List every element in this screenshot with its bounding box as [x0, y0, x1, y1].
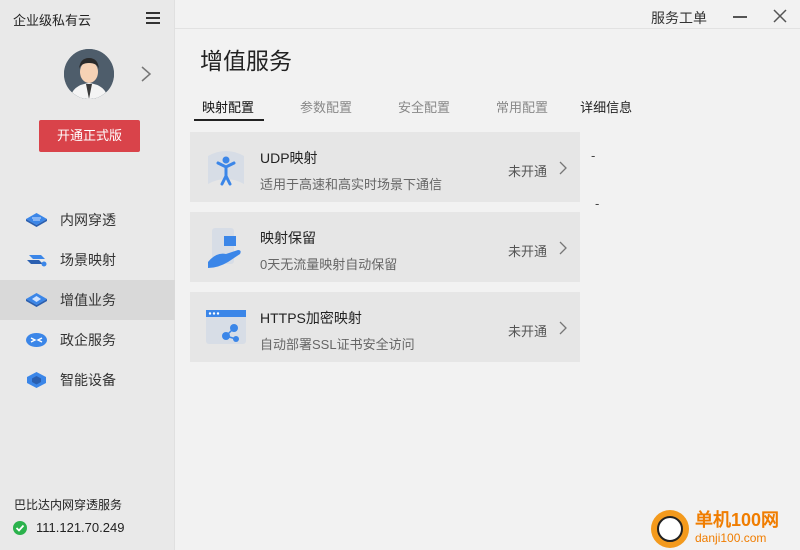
udp-person-icon — [208, 151, 244, 186]
sidebar: 企业级私有云 开通正式版 内网穿透 场景映射 增值业务 政企服务 智能设备 巴比… — [0, 0, 175, 550]
chevron-right-icon — [559, 321, 567, 335]
card-title: 映射保留 — [260, 230, 316, 246]
tab-detail-info[interactable]: 详细信息 — [580, 97, 632, 121]
card-title: UDP映射 — [260, 150, 318, 166]
sidebar-item-scene-mapping[interactable]: 场景映射 — [0, 240, 175, 280]
chevron-right-icon — [559, 161, 567, 175]
sidebar-item-label: 增值业务 — [60, 292, 116, 308]
card-status: 未开通 — [507, 324, 547, 339]
sidebar-item-intranet[interactable]: 内网穿透 — [0, 200, 175, 240]
udp-mapping-card[interactable]: UDP映射 适用于高速和高实时场景下通信 未开通 — [190, 132, 580, 202]
https-browser-icon — [206, 310, 246, 344]
card-description: 适用于高速和高实时场景下通信 — [260, 177, 443, 192]
sidebar-item-label: 政企服务 — [60, 332, 116, 348]
minimize-icon[interactable] — [733, 16, 747, 18]
titlebar-divider — [175, 28, 800, 29]
mapping-retain-card[interactable]: 映射保留 0天无流量映射自动保留 未开通 — [190, 212, 580, 282]
sidebar-item-label: 内网穿透 — [60, 212, 116, 228]
watermark-logo-icon — [651, 510, 689, 548]
smart-device-icon — [27, 372, 46, 388]
page-title: 增值服务 — [200, 48, 292, 74]
value-added-icon — [26, 293, 47, 307]
hand-box-icon — [208, 228, 241, 268]
card-description: 自动部署SSL证书安全访问 — [260, 337, 415, 352]
card-title: HTTPS加密映射 — [260, 310, 362, 326]
brand-title: 企业级私有云 — [13, 13, 92, 28]
sidebar-item-smart-device[interactable]: 智能设备 — [0, 360, 175, 400]
tab-security-config[interactable]: 安全配置 — [398, 97, 450, 121]
service-card-list: UDP映射 适用于高速和高实时场景下通信 未开通 映射保留 0天无流量映射自动保… — [190, 132, 580, 372]
chevron-right-icon[interactable] — [140, 65, 152, 83]
avatar[interactable] — [64, 49, 114, 99]
intranet-penetration-icon — [26, 213, 47, 227]
server-status: 111.121.70.249 — [13, 520, 124, 535]
chevron-right-icon — [559, 241, 567, 255]
gov-enterprise-icon — [26, 333, 47, 347]
watermark-subtitle: danji100.com — [695, 531, 767, 545]
watermark-title: 单机100网 — [695, 510, 780, 530]
sidebar-item-gov-enterprise[interactable]: 政企服务 — [0, 320, 175, 360]
scene-mapping-icon — [27, 255, 47, 267]
card-status: 未开通 — [507, 164, 547, 179]
tab-common-config[interactable]: 常用配置 — [496, 97, 548, 121]
tab-bar: 映射配置 参数配置 安全配置 常用配置 详细信息 — [190, 97, 632, 121]
service-name: 巴比达内网穿透服务 — [14, 498, 123, 512]
sidebar-item-label: 场景映射 — [60, 252, 116, 268]
watermark: 单机100网 danji100.com — [651, 510, 779, 548]
service-ticket-button[interactable]: 服务工单 — [651, 8, 707, 28]
hamburger-menu-icon[interactable] — [146, 12, 160, 24]
tab-param-config[interactable]: 参数配置 — [300, 97, 352, 121]
detail-value: - — [595, 196, 600, 211]
detail-value: - — [591, 148, 596, 163]
https-mapping-card[interactable]: HTTPS加密映射 自动部署SSL证书安全访问 未开通 — [190, 292, 580, 362]
check-circle-icon — [13, 520, 27, 535]
sidebar-item-label: 智能设备 — [60, 372, 116, 388]
close-icon[interactable] — [772, 8, 788, 24]
upgrade-button[interactable]: 开通正式版 — [39, 120, 140, 152]
tab-mapping-config[interactable]: 映射配置 — [193, 97, 265, 121]
server-ip: 111.121.70.249 — [36, 520, 125, 535]
sidebar-item-value-added[interactable]: 增值业务 — [0, 280, 175, 320]
card-status: 未开通 — [507, 244, 547, 259]
sidebar-nav: 内网穿透 场景映射 增值业务 政企服务 智能设备 — [0, 200, 175, 400]
card-description: 0天无流量映射自动保留 — [260, 257, 398, 272]
